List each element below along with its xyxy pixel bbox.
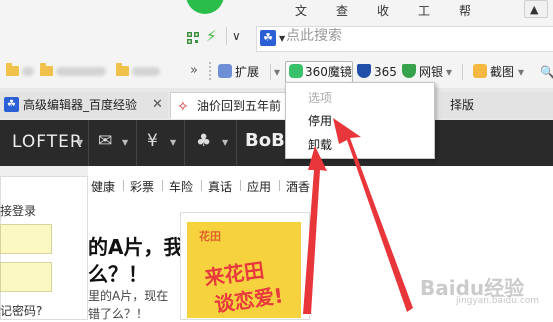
- bookmark-label[interactable]: [22, 67, 34, 76]
- disable-menu-item[interactable]: 停用: [308, 112, 332, 129]
- caret-down-icon[interactable]: ▼: [122, 138, 128, 147]
- shirt-icon: ▲: [530, 3, 539, 16]
- folder-icon[interactable]: [6, 63, 19, 76]
- divider: [240, 180, 241, 191]
- chevron-down-icon[interactable]: ∨: [232, 29, 241, 43]
- baidu-watermark-url: jingyan.baidu.com: [456, 296, 540, 306]
- article-headline[interactable]: 的A片，我: [88, 231, 183, 260]
- caret-down-icon[interactable]: ▼: [77, 138, 83, 147]
- yen-icon[interactable]: ¥: [147, 131, 158, 151]
- forgot-password-link[interactable]: 记密码?: [0, 302, 42, 319]
- lofter-logo[interactable]: LOFTER: [12, 132, 83, 152]
- caret-down-icon[interactable]: ▼: [170, 138, 176, 147]
- caret-down-icon[interactable]: ▼: [279, 34, 285, 43]
- lightning-icon[interactable]: ⚡: [206, 27, 217, 45]
- folder-icon[interactable]: [40, 63, 53, 76]
- ext-screenshot-button[interactable]: 截图: [490, 63, 514, 81]
- news-nav-truth[interactable]: 真话: [208, 178, 232, 195]
- folder-icon[interactable]: [116, 63, 129, 76]
- caret-down-icon[interactable]: ▼: [222, 138, 228, 147]
- news-nav-lottery[interactable]: 彩票: [130, 178, 154, 195]
- chevron-down-icon[interactable]: ▾: [446, 63, 452, 81]
- divider: [136, 120, 137, 166]
- search-icon[interactable]: 🔍: [540, 63, 553, 81]
- context-menu-header: 选项: [308, 91, 333, 105]
- tab-third[interactable]: 择版: [440, 92, 553, 118]
- more-bookmarks-button[interactable]: »: [190, 63, 198, 78]
- baidu-paw-icon: ☘: [4, 97, 19, 112]
- puzzle-icon: [218, 64, 232, 78]
- divider: [270, 64, 271, 80]
- divider: [123, 180, 124, 191]
- search-input[interactable]: [286, 28, 486, 44]
- scissors-icon: [473, 64, 487, 78]
- tab-label: 高级编辑器_百度经验: [23, 98, 138, 112]
- tab-label: 择版: [450, 98, 475, 112]
- news-nav-car-insurance[interactable]: 车险: [169, 178, 193, 195]
- divider: [462, 64, 463, 80]
- divider: [162, 180, 163, 191]
- divider: [236, 120, 237, 166]
- article-snippet: 错了么？！: [88, 307, 149, 321]
- tab-baidu-jingyan[interactable]: ☘ 高级编辑器_百度经验 ✕: [0, 92, 168, 118]
- bank-shield-icon: [402, 64, 416, 78]
- divider: [279, 180, 280, 191]
- baidu-paw-icon[interactable]: ☘: [260, 30, 276, 46]
- toolbar-grip[interactable]: [209, 62, 215, 80]
- chevron-down-icon[interactable]: ▾: [518, 63, 524, 81]
- divider: [226, 27, 227, 45]
- uninstall-menu-item[interactable]: 卸载: [308, 136, 332, 153]
- ad-brand: 花田: [199, 230, 221, 243]
- clover-icon[interactable]: ♣: [196, 131, 211, 151]
- ext-365-button[interactable]: 365: [374, 63, 397, 81]
- news-nav-health[interactable]: 健康: [91, 178, 115, 195]
- close-icon[interactable]: ✕: [152, 92, 163, 118]
- tab-label: 油价回到五年前: [197, 99, 282, 113]
- divider: [201, 180, 202, 191]
- article-snippet: 里的A片，现在: [88, 289, 169, 303]
- article-headline[interactable]: 么？！: [88, 258, 148, 287]
- chevron-down-icon[interactable]: ▾: [274, 63, 280, 81]
- bookmark-label[interactable]: [132, 67, 160, 76]
- extensions-button[interactable]: 扩展: [235, 63, 259, 81]
- news-nav-apps[interactable]: 应用: [247, 178, 271, 195]
- qr-code-icon[interactable]: [187, 32, 199, 44]
- news-nav-wine[interactable]: 酒香: [286, 178, 310, 195]
- divider: [88, 120, 89, 166]
- username-field[interactable]: [0, 224, 52, 254]
- ext-360-mirror-label: 360魔镜: [305, 65, 352, 79]
- ext-netbank-button[interactable]: 网银: [419, 63, 443, 81]
- password-field[interactable]: [0, 262, 52, 292]
- mirror-icon: [289, 64, 303, 78]
- divider: [184, 120, 185, 166]
- mail-icon[interactable]: ✉: [98, 131, 112, 151]
- skin-menu-button[interactable]: ▲: [524, 0, 548, 18]
- login-title: 接登录: [0, 204, 37, 218]
- sohu-icon: ✧: [177, 99, 189, 115]
- bookmark-label[interactable]: [56, 67, 106, 76]
- shield-icon: [357, 64, 371, 78]
